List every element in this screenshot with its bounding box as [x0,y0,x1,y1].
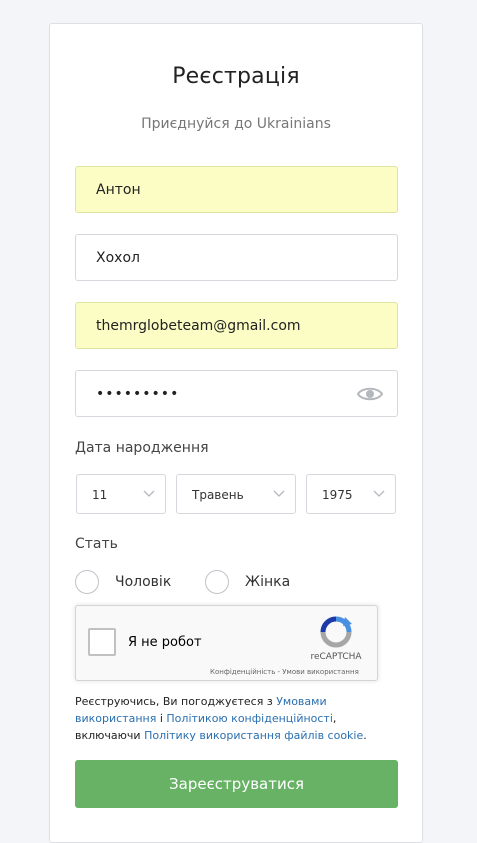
legal-text: і [156,712,167,725]
page-title: Реєстрація [172,64,300,89]
password-input[interactable] [76,371,397,416]
chevron-down-icon [143,490,155,497]
cookie-policy-link[interactable]: Політику використання файлів cookie [144,729,363,742]
password-field[interactable] [75,370,398,417]
first-name-field[interactable] [75,166,398,213]
eye-icon[interactable] [357,384,383,404]
legal-notice: Реєструючись, Ви погоджуєтеся з Умовами … [75,693,405,744]
recaptcha-widget: Я не робот reCAPTCHA Конфіденційність - … [75,605,378,681]
registration-card: Реєстрація Приєднуйся до Ukrainians Дата… [49,23,423,843]
email-input[interactable] [76,303,397,348]
birth-day-select[interactable]: 11 [76,474,166,514]
birth-day-value: 11 [92,488,108,502]
email-field[interactable] [75,302,398,349]
last-name-field[interactable] [75,234,398,281]
register-button[interactable]: Зареєструватися [75,760,398,808]
page-subtitle: Приєднуйся до Ukrainians [141,116,331,132]
first-name-input[interactable] [76,167,397,212]
radio-circle[interactable] [75,570,99,594]
privacy-link[interactable]: Політикою конфіденційності [166,712,333,725]
gender-female-label: Жінка [245,574,291,590]
gender-female-radio[interactable]: Жінка [205,570,305,596]
legal-text: Реєструючись, Ви погоджуєтеся з [75,695,277,708]
chevron-down-icon [273,490,285,497]
birthdate-label: Дата народження [75,440,209,456]
birth-month-value: Травень [192,488,244,502]
gender-label: Стать [75,536,118,552]
birth-year-value: 1975 [322,488,353,502]
birth-month-select[interactable]: Травень [176,474,296,514]
gender-male-label: Чоловік [115,574,172,590]
recaptcha-checkbox[interactable] [88,628,116,656]
recaptcha-brand: reCAPTCHA [310,652,362,662]
recaptcha-terms[interactable]: Конфіденційність - Умови використання [210,668,359,676]
last-name-input[interactable] [76,235,397,280]
radio-circle[interactable] [205,570,229,594]
recaptcha-label: Я не робот [128,635,202,650]
chevron-down-icon [373,490,385,497]
gender-male-radio[interactable]: Чоловік [75,570,185,596]
legal-text: . [363,729,367,742]
recaptcha-logo-icon [320,616,352,648]
birth-year-select[interactable]: 1975 [306,474,396,514]
